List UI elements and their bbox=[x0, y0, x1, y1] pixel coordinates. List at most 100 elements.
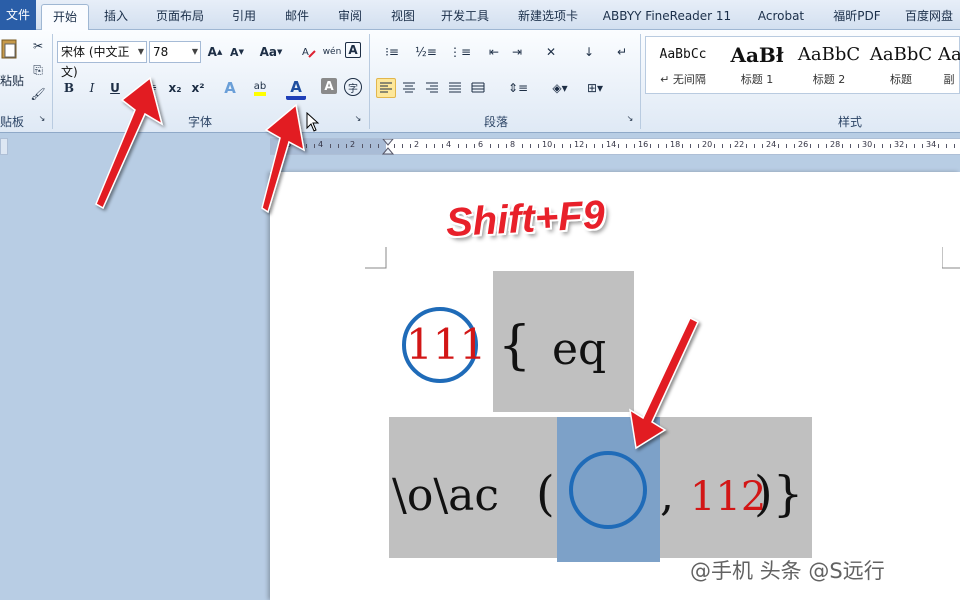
style-subtitle[interactable]: Aa 副 bbox=[938, 37, 960, 93]
bold-button[interactable]: B bbox=[59, 78, 79, 98]
character-shading-icon[interactable]: A bbox=[321, 78, 337, 94]
text-effects-icon[interactable]: A bbox=[220, 78, 240, 98]
tab-page-layout[interactable]: 页面布局 bbox=[148, 4, 212, 30]
decrease-indent-icon[interactable]: ⇤ bbox=[484, 42, 504, 62]
ruler-tick bbox=[794, 144, 795, 148]
sort-icon[interactable]: ↓ bbox=[579, 42, 599, 62]
ruler-number: 26 bbox=[798, 140, 809, 149]
ruler-tick bbox=[330, 144, 331, 148]
tab-references[interactable]: 引用 bbox=[224, 4, 264, 30]
chinese-layout-icon[interactable]: ✕ bbox=[538, 42, 564, 62]
field-open-brace[interactable]: { bbox=[498, 316, 531, 376]
distributed-button[interactable] bbox=[468, 78, 488, 98]
document-page[interactable]: Shift+F9 111 { eq \o\ac ( , 112 )} bbox=[270, 172, 960, 600]
enclose-characters-icon[interactable]: 字 bbox=[344, 78, 362, 96]
ruler-number: 32 bbox=[894, 140, 905, 149]
subscript-button[interactable]: x₂ bbox=[165, 78, 185, 98]
ruler-number: 6 bbox=[286, 140, 292, 149]
superscript-button[interactable]: x² bbox=[188, 78, 208, 98]
ruler-tick bbox=[666, 144, 667, 148]
phonetic-guide-icon[interactable]: wén bbox=[322, 42, 342, 62]
show-marks-icon[interactable]: ↵ bbox=[612, 42, 632, 62]
field-open-paren[interactable]: ( bbox=[536, 466, 555, 522]
paste-icon[interactable] bbox=[0, 36, 18, 66]
ruler-tick bbox=[394, 144, 395, 148]
align-center-button[interactable] bbox=[399, 78, 419, 98]
horizontal-ruler[interactable]: 6 4 2 2 4 6 8 10 12 14 16 18 20 22 24 26 28 30 32 34 bbox=[270, 138, 960, 155]
multilevel-list-icon[interactable]: ⋮≡ bbox=[446, 42, 474, 62]
character-border-icon[interactable]: A bbox=[345, 42, 361, 58]
italic-button[interactable]: I bbox=[82, 78, 102, 98]
ruler-tick bbox=[906, 144, 907, 148]
increase-indent-icon[interactable]: ⇥ bbox=[507, 42, 527, 62]
bullets-icon[interactable]: ⁝≡ bbox=[378, 42, 406, 62]
ruler-number: 10 bbox=[542, 140, 553, 149]
align-left-button[interactable] bbox=[376, 78, 396, 98]
justify-button[interactable] bbox=[445, 78, 465, 98]
font-size-select[interactable]: 78 ▼ bbox=[149, 41, 201, 63]
tab-view[interactable]: 视图 bbox=[383, 4, 423, 30]
tab-home[interactable]: 开始 bbox=[41, 4, 89, 31]
ruler-tick bbox=[682, 144, 683, 148]
shrink-font-icon[interactable]: A ▼ bbox=[227, 42, 247, 62]
tab-mailings[interactable]: 邮件 bbox=[277, 4, 317, 30]
margin-corner-mark bbox=[942, 247, 960, 269]
chevron-down-icon: ▼ bbox=[191, 47, 198, 56]
copy-icon[interactable]: ⎘ bbox=[28, 60, 48, 80]
font-name-select[interactable]: 宋体 (中文正文) ▼ bbox=[57, 41, 147, 79]
tab-insert[interactable]: 插入 bbox=[96, 4, 136, 30]
ruler-number: 22 bbox=[734, 140, 745, 149]
ruler-tick bbox=[914, 144, 915, 148]
ruler-tick bbox=[338, 144, 339, 148]
numbering-icon[interactable]: ½≡ bbox=[412, 42, 440, 62]
dialog-launcher-icon[interactable]: ↘ bbox=[352, 112, 364, 124]
style-no-spacing[interactable]: AaBbCc ↵ 无间隔 bbox=[648, 37, 718, 93]
field-code-switches[interactable]: \o\ac bbox=[392, 470, 499, 521]
tab-new-tab[interactable]: 新建选项卡 bbox=[510, 4, 586, 30]
paste-label[interactable]: 粘贴 bbox=[0, 72, 24, 89]
change-case-icon[interactable]: Aa ▼ bbox=[258, 42, 284, 62]
enclosure-circle-symbol[interactable] bbox=[569, 451, 647, 529]
cut-icon[interactable]: ✂ bbox=[28, 36, 48, 56]
grow-font-icon[interactable]: A ▲ bbox=[205, 42, 225, 62]
ruler-number: 34 bbox=[926, 140, 937, 149]
style-heading-2[interactable]: AaBbC 标题 2 bbox=[794, 37, 864, 93]
ruler-tick bbox=[714, 144, 715, 148]
highlight-color-icon[interactable]: ab bbox=[250, 78, 270, 98]
tab-acrobat[interactable]: Acrobat bbox=[750, 4, 812, 30]
tab-foxit-pdf[interactable]: 福昕PDF bbox=[825, 4, 889, 30]
font-color-icon[interactable]: A bbox=[286, 78, 306, 100]
style-title[interactable]: AaBbC 标题 bbox=[866, 37, 936, 93]
underline-button[interactable]: U bbox=[105, 78, 125, 98]
dialog-launcher-icon[interactable]: ↘ bbox=[36, 112, 48, 124]
circled-number[interactable]: 111 bbox=[406, 320, 486, 369]
field-close-brace[interactable]: )} bbox=[754, 466, 803, 522]
format-painter-icon[interactable]: 🖌 bbox=[28, 84, 48, 104]
clear-formatting-icon[interactable]: A bbox=[299, 42, 319, 62]
paragraph-group-label: 段落 bbox=[484, 115, 509, 129]
shading-icon[interactable]: ◈▾ bbox=[545, 78, 575, 98]
align-right-button[interactable] bbox=[422, 78, 442, 98]
borders-icon[interactable]: ⊞▾ bbox=[580, 78, 610, 98]
font-size-value: 78 bbox=[153, 45, 169, 59]
font-name-value: 宋体 (中文正文) bbox=[61, 45, 130, 79]
tab-review[interactable]: 审阅 bbox=[330, 4, 370, 30]
margin-corner-mark bbox=[365, 247, 387, 269]
group-divider bbox=[369, 34, 370, 129]
style-heading-1[interactable]: AaBł 标题 1 bbox=[722, 37, 792, 93]
ruler-tick bbox=[458, 144, 459, 148]
tab-abbyy[interactable]: ABBYY FineReader 11 bbox=[598, 4, 736, 30]
tab-file[interactable]: 文件 bbox=[0, 0, 36, 30]
ruler-tick bbox=[298, 144, 299, 148]
line-spacing-icon[interactable]: ⇕≡ bbox=[504, 78, 532, 98]
ribbon-home: 粘贴 ✂ ⎘ 🖌 贴板 ↘ 宋体 (中文正文) ▼ 78 ▼ A ▲ A ▼ Aa ▼… bbox=[0, 30, 960, 133]
ruler-tick bbox=[746, 144, 747, 148]
dialog-launcher-icon[interactable]: ↘ bbox=[624, 112, 636, 124]
tab-baidu-netdisk[interactable]: 百度网盘 bbox=[898, 4, 960, 30]
indent-marker-icon[interactable] bbox=[382, 139, 394, 155]
strikethrough-button[interactable]: abc bbox=[138, 78, 158, 98]
field-keyword-eq[interactable]: eq bbox=[552, 324, 606, 375]
field-comma[interactable]: , bbox=[660, 470, 674, 521]
tab-developer[interactable]: 开发工具 bbox=[433, 4, 497, 30]
ruler-tick bbox=[490, 144, 491, 148]
